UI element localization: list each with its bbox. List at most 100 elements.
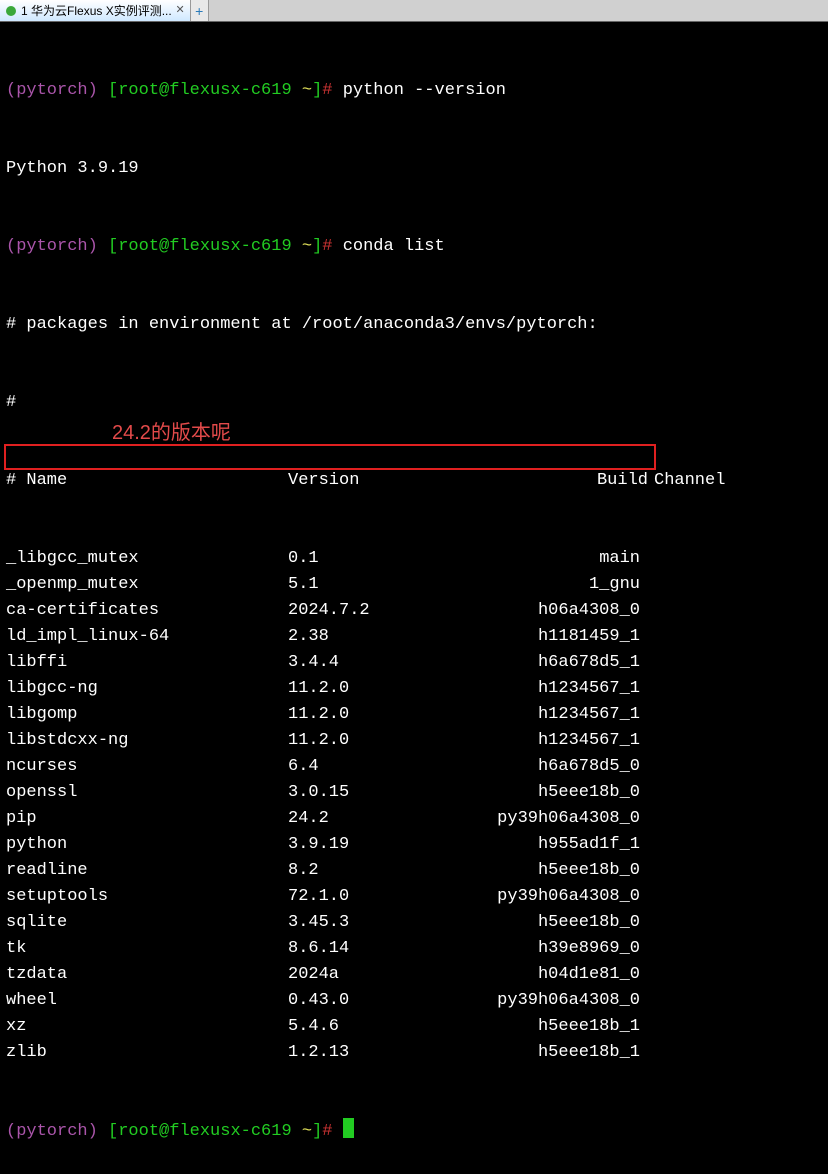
- pkg-ver: 0.43.0: [288, 988, 480, 1014]
- pkg-ver: 5.4.6: [288, 1014, 480, 1040]
- pkg-name: _libgcc_mutex: [6, 546, 288, 572]
- pkg-chan: [654, 832, 822, 858]
- pkg-build: py39h06a4308_0: [480, 806, 654, 832]
- hdr-channel: Channel: [654, 468, 822, 494]
- table-row: ca-certificates2024.7.2h06a4308_0: [6, 598, 822, 624]
- pkg-ver: 3.9.19: [288, 832, 480, 858]
- pkg-build: h5eee18b_1: [480, 1014, 654, 1040]
- prompt-line: (pytorch) [root@flexusx-c619 ~]# python …: [6, 78, 822, 104]
- output-line: Python 3.9.19: [6, 156, 822, 182]
- table-row: pip24.2py39h06a4308_0: [6, 806, 822, 832]
- pkg-chan: [654, 546, 822, 572]
- pkg-build: main: [480, 546, 654, 572]
- pkg-ver: 2024.7.2: [288, 598, 480, 624]
- pkg-ver: 24.2: [288, 806, 480, 832]
- pkg-name: tzdata: [6, 962, 288, 988]
- pkg-name: tk: [6, 936, 288, 962]
- prompt-line: (pytorch) [root@flexusx-c619 ~]# conda l…: [6, 234, 822, 260]
- pkg-chan: [654, 780, 822, 806]
- bracket: ]: [312, 81, 322, 100]
- pkg-chan: [654, 650, 822, 676]
- pkg-chan: [654, 1014, 822, 1040]
- hdr-version: Version: [288, 468, 480, 494]
- table-row: xz5.4.6h5eee18b_1: [6, 1014, 822, 1040]
- cwd: ~: [302, 81, 312, 100]
- pkg-build: h5eee18b_0: [480, 910, 654, 936]
- hdr-build: Build: [480, 468, 654, 494]
- command: python --version: [343, 81, 506, 100]
- pkg-name: openssl: [6, 780, 288, 806]
- pkg-name: _openmp_mutex: [6, 572, 288, 598]
- pkg-build: py39h06a4308_0: [480, 884, 654, 910]
- table-row: openssl3.0.15h5eee18b_0: [6, 780, 822, 806]
- pkg-name: ca-certificates: [6, 598, 288, 624]
- pkg-name: readline: [6, 858, 288, 884]
- pkg-build: h5eee18b_0: [480, 780, 654, 806]
- status-dot-icon: [6, 6, 16, 16]
- pkg-ver: 3.45.3: [288, 910, 480, 936]
- pkg-chan: [654, 936, 822, 962]
- pkg-ver: 3.0.15: [288, 780, 480, 806]
- pkg-chan: [654, 676, 822, 702]
- terminal[interactable]: (pytorch) [root@flexusx-c619 ~]# python …: [0, 22, 828, 1174]
- output-line: # packages in environment at /root/anaco…: [6, 312, 822, 338]
- pkg-ver: 72.1.0: [288, 884, 480, 910]
- pkg-ver: 6.4: [288, 754, 480, 780]
- hdr-name: # Name: [6, 468, 288, 494]
- user-host: [root@flexusx-c619: [108, 81, 292, 100]
- pkg-chan: [654, 598, 822, 624]
- pkg-chan: [654, 702, 822, 728]
- pkg-build: h5eee18b_0: [480, 858, 654, 884]
- pkg-chan: [654, 962, 822, 988]
- pkg-name: ncurses: [6, 754, 288, 780]
- table-row: wheel0.43.0py39h06a4308_0: [6, 988, 822, 1014]
- pkg-build: h1181459_1: [480, 624, 654, 650]
- pkg-ver: 11.2.0: [288, 676, 480, 702]
- table-row: sqlite3.45.3h5eee18b_0: [6, 910, 822, 936]
- table-row: zlib1.2.13h5eee18b_1: [6, 1040, 822, 1066]
- pkg-build: h6a678d5_1: [480, 650, 654, 676]
- pkg-build: h04d1e81_0: [480, 962, 654, 988]
- env-name: (pytorch): [6, 81, 98, 100]
- table-row: tzdata2024ah04d1e81_0: [6, 962, 822, 988]
- pkg-ver: 5.1: [288, 572, 480, 598]
- pkg-chan: [654, 624, 822, 650]
- pkg-name: python: [6, 832, 288, 858]
- annotation-text: 24.2的版本呢: [112, 416, 231, 445]
- pkg-build: h955ad1f_1: [480, 832, 654, 858]
- tab-active[interactable]: 1 华为云Flexus X实例评测... ✕: [0, 0, 191, 21]
- tab-index: 1: [21, 4, 28, 18]
- table-row: _openmp_mutex5.11_gnu: [6, 572, 822, 598]
- output-line: #: [6, 390, 822, 416]
- pkg-ver: 1.2.13: [288, 1040, 480, 1066]
- pkg-chan: [654, 1040, 822, 1066]
- pkg-build: h5eee18b_1: [480, 1040, 654, 1066]
- pkg-name: libgomp: [6, 702, 288, 728]
- pkg-ver: 8.2: [288, 858, 480, 884]
- pkg-chan: [654, 988, 822, 1014]
- prompt-line: (pytorch) [root@flexusx-c619 ~]#: [6, 1118, 822, 1144]
- pkg-ver: 3.4.4: [288, 650, 480, 676]
- pkg-build: py39h06a4308_0: [480, 988, 654, 1014]
- pkg-build: h1234567_1: [480, 702, 654, 728]
- pkg-build: h1234567_1: [480, 676, 654, 702]
- pkg-name: wheel: [6, 988, 288, 1014]
- add-tab-button[interactable]: +: [191, 0, 209, 21]
- tab-bar: 1 华为云Flexus X实例评测... ✕ +: [0, 0, 828, 22]
- table-row: _libgcc_mutex0.1main: [6, 546, 822, 572]
- pkg-chan: [654, 572, 822, 598]
- command: conda list: [343, 237, 445, 256]
- pkg-ver: 0.1: [288, 546, 480, 572]
- pkg-build: h39e8969_0: [480, 936, 654, 962]
- cursor-icon: [343, 1118, 354, 1138]
- pkg-chan: [654, 858, 822, 884]
- pkg-name: ld_impl_linux-64: [6, 624, 288, 650]
- pkg-name: libffi: [6, 650, 288, 676]
- close-icon[interactable]: ✕: [176, 3, 185, 16]
- pkg-chan: [654, 806, 822, 832]
- pkg-name: sqlite: [6, 910, 288, 936]
- pkg-build: h6a678d5_0: [480, 754, 654, 780]
- pkg-ver: 8.6.14: [288, 936, 480, 962]
- table-row: ld_impl_linux-642.38h1181459_1: [6, 624, 822, 650]
- table-row: libffi3.4.4h6a678d5_1: [6, 650, 822, 676]
